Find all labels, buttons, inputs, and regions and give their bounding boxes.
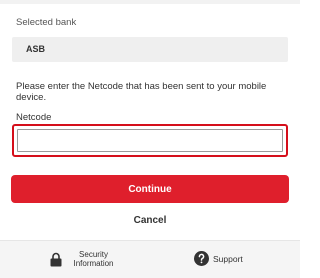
question-circle-icon (194, 251, 209, 266)
netcode-field (12, 124, 288, 157)
support-label: Support (213, 253, 243, 264)
support-link[interactable]: Support (194, 251, 243, 266)
security-information-link[interactable]: Security Information (50, 250, 121, 268)
cancel-button[interactable]: Cancel (100, 210, 200, 230)
continue-button[interactable]: Continue (11, 175, 289, 203)
top-divider (0, 0, 300, 4)
selected-bank-box: ASB (12, 37, 288, 62)
footer: Security Information Support (0, 240, 300, 278)
netcode-input[interactable] (17, 129, 283, 152)
netcode-label: Netcode (16, 112, 52, 123)
selected-bank-label: Selected bank (16, 17, 77, 28)
netcode-instructions: Please enter the Netcode that has been s… (16, 81, 267, 103)
selected-bank-value: ASB (26, 44, 46, 54)
lock-icon (50, 252, 62, 267)
security-information-label: Security Information (73, 250, 114, 268)
